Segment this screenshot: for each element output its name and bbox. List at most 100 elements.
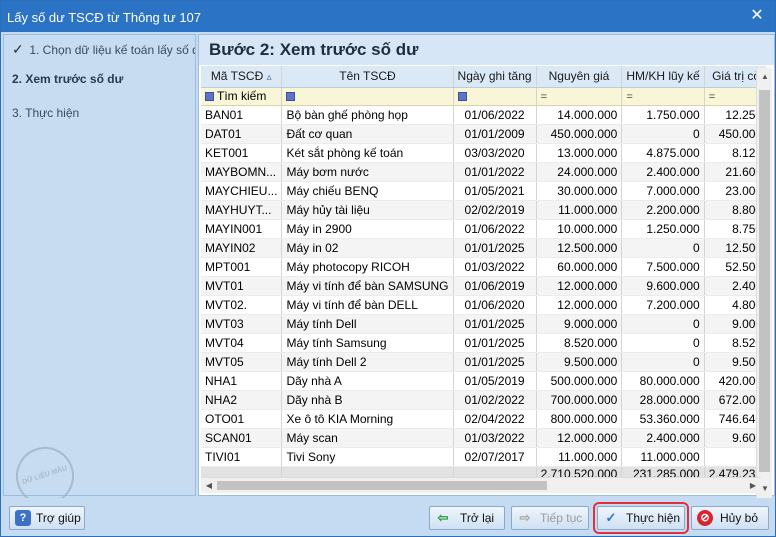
help-button[interactable]: ? Trợ giúp <box>9 506 85 530</box>
cancel-button[interactable]: ⊘ Hủy bỏ <box>691 506 769 530</box>
cell-name: Máy vi tính để bàn SAMSUNG <box>281 276 454 296</box>
cell-date: 02/02/2019 <box>453 200 537 220</box>
cell-code: TIVI01 <box>201 447 283 467</box>
filter-cost[interactable]: = <box>536 87 623 106</box>
cell-date: 02/07/2017 <box>453 447 537 467</box>
scroll-left-icon[interactable]: ◀ <box>202 479 216 493</box>
filter-name[interactable] <box>281 87 454 106</box>
cell-depreciation: 2.400.000 <box>621 428 705 448</box>
cell-code: SCAN01 <box>201 428 283 448</box>
table-row[interactable]: DAT01 Đất cơ quan 01/01/2009 450.000.000 0 45… <box>201 124 766 144</box>
cell-name: Tivi Sony <box>281 447 454 467</box>
cell-cost: 11.000.000 <box>536 447 623 467</box>
table-header-row: Mã TSCĐ ▵ Tên TSCĐ Ngày ghi tăng Nguyên … <box>201 66 766 88</box>
table-row[interactable]: MVT05 Máy tính Dell 2 01/01/2025 9.500.000 0… <box>201 352 766 372</box>
cell-date: 01/01/2025 <box>453 238 537 258</box>
table-row[interactable]: MAYIN001 Máy in 2900 01/06/2022 10.000.000 1… <box>201 219 766 239</box>
cell-code: MAYIN02 <box>201 238 283 258</box>
horizontal-scroll-thumb[interactable] <box>217 481 547 490</box>
cell-code: DAT01 <box>201 124 283 144</box>
table-row[interactable]: MPT001 Máy photocopy RICOH 01/03/2022 60.00… <box>201 257 766 277</box>
table-row[interactable]: TIVI01 Tivi Sony 02/07/2017 11.000.000 11.00… <box>201 447 766 467</box>
cell-depreciation: 9.600.000 <box>621 276 705 296</box>
column-header-date[interactable]: Ngày ghi tăng <box>453 66 537 88</box>
cell-cost: 12.000.000 <box>536 276 623 296</box>
next-button[interactable]: ⇨ Tiếp tục <box>511 506 589 530</box>
cell-date: 03/03/2020 <box>453 143 537 163</box>
cell-date: 01/03/2022 <box>453 428 537 448</box>
cell-name: Máy bơm nước <box>281 162 454 182</box>
cell-cost: 12.000.000 <box>536 295 623 315</box>
cell-date: 01/01/2022 <box>453 162 537 182</box>
cell-name: Máy tính Dell 2 <box>281 352 454 372</box>
table-row[interactable]: BAN01 Bộ bàn ghế phòng họp 01/06/2022 14.00… <box>201 105 766 125</box>
close-icon[interactable]: ✕ <box>747 6 767 26</box>
cell-depreciation: 0 <box>621 124 705 144</box>
cell-depreciation: 1.750.000 <box>621 105 705 125</box>
cell-name: Máy tính Dell <box>281 314 454 334</box>
cell-cost: 14.000.000 <box>536 105 623 125</box>
cell-cost: 60.000.000 <box>536 257 623 277</box>
wizard-steps-sidebar: ✓ 1. Chọn dữ liệu kế toán lấy số dư 2. X… <box>3 34 196 513</box>
cell-cost: 9.000.000 <box>536 314 623 334</box>
table-row[interactable]: MAYBOMN... Máy bơm nước 01/01/2022 24.000.0… <box>201 162 766 182</box>
cell-code: BAN01 <box>201 105 283 125</box>
cell-code: MVT04 <box>201 333 283 353</box>
page-title: Bước 2: Xem trước số dư <box>209 40 419 59</box>
column-header-name[interactable]: Tên TSCĐ <box>281 66 454 88</box>
table-row[interactable]: SCAN01 Máy scan 01/03/2022 12.000.000 2.400.… <box>201 428 766 448</box>
cell-depreciation: 53.360.000 <box>621 409 705 429</box>
execute-button[interactable]: ✓ Thực hiện <box>593 502 689 534</box>
check-icon: ✓ <box>605 510 617 525</box>
cell-depreciation: 2.200.000 <box>621 200 705 220</box>
help-icon: ? <box>15 510 31 526</box>
cell-depreciation: 2.400.000 <box>621 162 705 182</box>
table-row[interactable]: MVT02. Máy vi tính để bàn DELL 01/06/2020 1… <box>201 295 766 315</box>
table-row[interactable]: NHA2 Dãy nhà B 01/02/2022 700.000.000 28.000… <box>201 390 766 410</box>
table-row[interactable]: MAYIN02 Máy in 02 01/01/2025 12.500.000 0 12.… <box>201 238 766 258</box>
cell-code: MVT03 <box>201 314 283 334</box>
cell-cost: 12.500.000 <box>536 238 623 258</box>
table-row[interactable]: NHA1 Dãy nhà A 01/05/2019 500.000.000 80.000… <box>201 371 766 391</box>
back-button[interactable]: ⇦ Trở lại <box>429 506 505 530</box>
cell-cost: 8.520.000 <box>536 333 623 353</box>
filter-depreciation[interactable]: = <box>621 87 705 106</box>
scroll-right-icon[interactable]: ▶ <box>746 479 760 493</box>
column-header-depreciation[interactable]: HM/KH lũy kế <box>621 66 705 88</box>
cell-date: 01/01/2009 <box>453 124 537 144</box>
table-row[interactable]: OTO01 Xe ô tô KIA Morning 02/04/2022 800.00… <box>201 409 766 429</box>
cell-name: Bộ bàn ghế phòng họp <box>281 105 454 125</box>
step-2-current: 2. Xem trước số dư <box>12 72 124 86</box>
table-row[interactable]: KET001 Két sắt phòng kế toán 03/03/2020 13.… <box>201 143 766 163</box>
filter-date[interactable] <box>453 87 537 106</box>
filter-code[interactable]: Tìm kiếm <box>201 87 283 106</box>
column-header-cost[interactable]: Nguyên giá <box>536 66 623 88</box>
cell-date: 01/01/2025 <box>453 333 537 353</box>
cell-cost: 800.000.000 <box>536 409 623 429</box>
cell-name: Máy scan <box>281 428 454 448</box>
cell-name: Máy in 2900 <box>281 219 454 239</box>
arrow-right-icon: ⇨ <box>519 510 531 525</box>
asset-table: Mã TSCĐ ▵ Tên TSCĐ Ngày ghi tăng Nguyên … <box>201 66 766 482</box>
table-row[interactable]: MAYCHIEU... Máy chiếu BENQ 01/05/2021 30.00… <box>201 181 766 201</box>
scroll-up-icon[interactable]: ▲ <box>758 70 772 84</box>
vertical-scrollbar[interactable]: ▲ ▼ <box>756 68 772 498</box>
cell-cost: 11.000.000 <box>536 200 623 220</box>
sort-asc-icon: ▵ <box>266 72 272 84</box>
horizontal-scrollbar[interactable]: ◀ ▶ <box>201 477 761 493</box>
table-row[interactable]: MAYHUYT... Máy hủy tài liệu 02/02/2019 11.0… <box>201 200 766 220</box>
column-header-code[interactable]: Mã TSCĐ ▵ <box>201 66 283 88</box>
table-row[interactable]: MVT03 Máy tính Dell 01/01/2025 9.000.000 0 9.… <box>201 314 766 334</box>
cell-cost: 24.000.000 <box>536 162 623 182</box>
cell-name: Máy hủy tài liệu <box>281 200 454 220</box>
equals-icon: = <box>626 91 633 103</box>
cell-name: Xe ô tô KIA Morning <box>281 409 454 429</box>
content-panel: Bước 2: Xem trước số dư Mã TSCĐ ▵ Tên TS… <box>198 34 775 498</box>
cell-depreciation: 7.000.000 <box>621 181 705 201</box>
cell-depreciation: 28.000.000 <box>621 390 705 410</box>
cell-code: MVT05 <box>201 352 283 372</box>
cell-date: 01/06/2020 <box>453 295 537 315</box>
table-row[interactable]: MVT04 Máy tính Samsung 01/01/2025 8.520.000… <box>201 333 766 353</box>
vertical-scroll-thumb[interactable] <box>759 90 770 472</box>
table-row[interactable]: MVT01 Máy vi tính để bàn SAMSUNG 01/06/201… <box>201 276 766 296</box>
